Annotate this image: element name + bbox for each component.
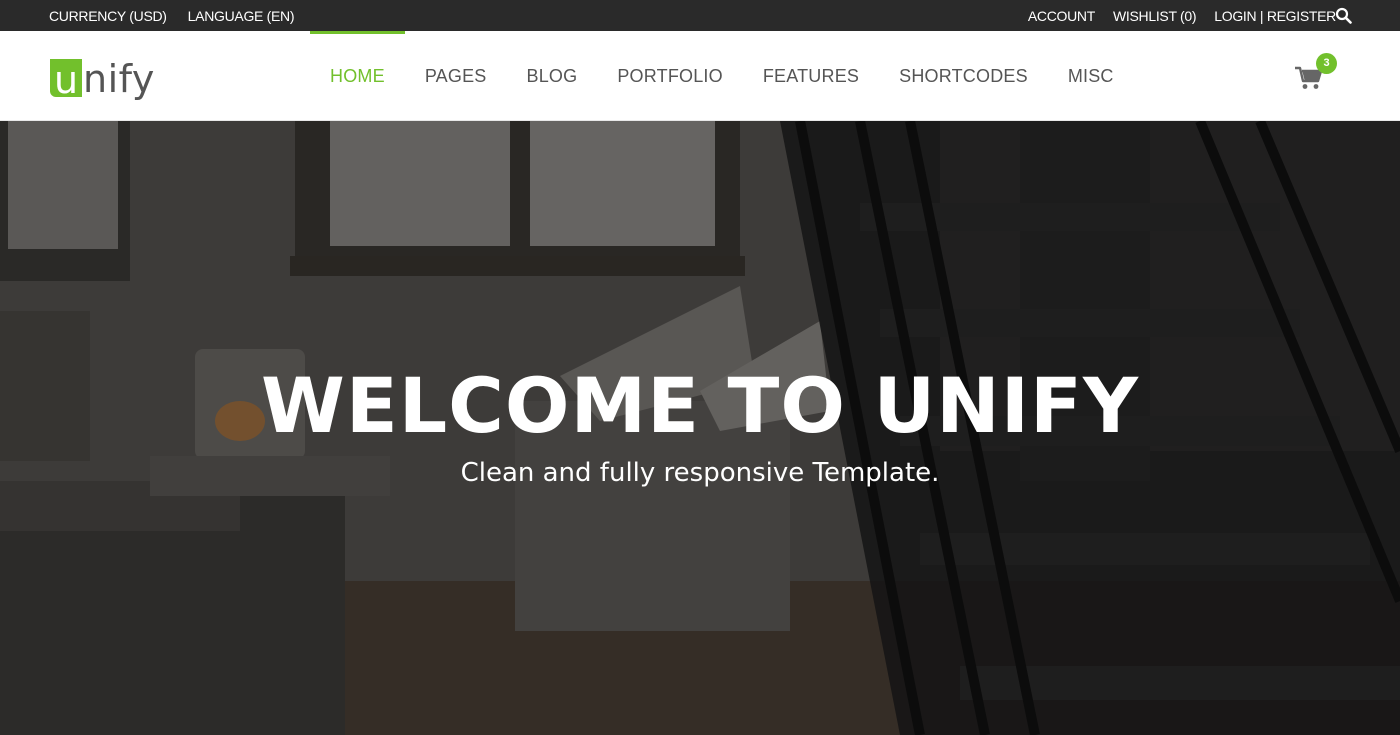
logo-wordmark: nify: [83, 57, 155, 101]
nav-item-home[interactable]: HOME: [310, 31, 405, 121]
nav-item-blog[interactable]: BLOG: [507, 31, 598, 121]
nav-item-shortcodes[interactable]: SHORTCODES: [879, 31, 1048, 121]
hero-subtitle: Clean and fully responsive Template.: [460, 458, 940, 488]
unify-logo[interactable]: u nify: [50, 51, 155, 101]
hero-section: WELCOME TO UNIFY Clean and fully respons…: [0, 121, 1400, 735]
hero-title: WELCOME TO UNIFY: [260, 361, 1139, 450]
account-link[interactable]: ACCOUNT: [1028, 8, 1095, 24]
wishlist-link[interactable]: WISHLIST (0): [1113, 8, 1197, 24]
top-bar: CURRENCY (USD) LANGUAGE (EN) ACCOUNT WIS…: [0, 0, 1400, 31]
language-selector[interactable]: LANGUAGE (EN): [188, 8, 295, 24]
nav-item-misc[interactable]: MISC: [1048, 31, 1134, 121]
top-bar-right: ACCOUNT WISHLIST (0) LOGIN | REGISTER: [1028, 0, 1336, 31]
logo-letter-u: u: [50, 59, 82, 99]
login-register-link[interactable]: LOGIN | REGISTER: [1214, 8, 1336, 24]
nav-item-pages[interactable]: PAGES: [405, 31, 507, 121]
main-header: u nify HOME PAGES BLOG PORTFOLIO FEATURE…: [0, 31, 1400, 121]
nav-item-portfolio[interactable]: PORTFOLIO: [597, 31, 743, 121]
top-bar-left: CURRENCY (USD) LANGUAGE (EN): [49, 0, 295, 31]
currency-selector[interactable]: CURRENCY (USD): [49, 8, 167, 24]
search-icon[interactable]: [1335, 7, 1352, 24]
cart-count-badge: 3: [1316, 53, 1337, 74]
main-nav: HOME PAGES BLOG PORTFOLIO FEATURES SHORT…: [310, 31, 1134, 121]
nav-item-features[interactable]: FEATURES: [743, 31, 879, 121]
